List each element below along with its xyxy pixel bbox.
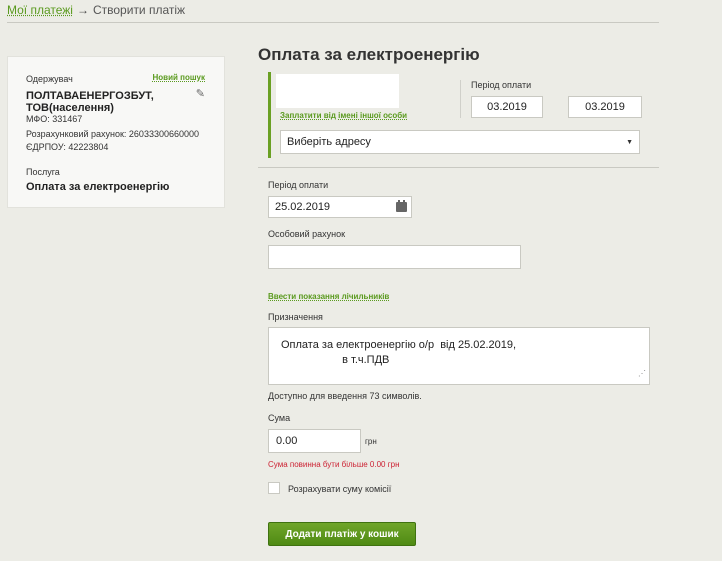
add-to-cart-button[interactable]: Додати платіж у кошик <box>268 522 416 546</box>
address-select[interactable]: Виберіть адресу ▼ <box>280 130 640 154</box>
currency-label: грн <box>365 437 377 446</box>
edit-pencil-icon[interactable]: ✎ <box>196 87 205 100</box>
section-accent-bar <box>268 72 271 158</box>
breadcrumb-my-payments-link[interactable]: Мої платежі <box>7 3 73 17</box>
dropdown-caret-icon: ▼ <box>626 138 633 146</box>
page-title: Оплата за електроенергію <box>258 45 480 64</box>
purpose-text: Оплата за електроенергію о/р від 25.02.2… <box>281 339 517 366</box>
calendar-icon[interactable] <box>396 200 407 212</box>
recipient-account: Розрахунковий рахунок: 26033300660000 <box>26 129 199 139</box>
date-value: 25.02.2019 <box>275 201 331 213</box>
period-label: Період оплати <box>268 180 329 190</box>
commission-checkbox-label[interactable]: Розрахувати суму комісії <box>288 484 391 494</box>
vertical-divider <box>460 80 461 118</box>
sum-error-message: Сума повинна бути більше 0.00 грн <box>268 460 400 469</box>
period-from-input[interactable]: 03.2019 <box>471 96 543 118</box>
date-input[interactable]: 25.02.2019 <box>268 196 412 218</box>
recipient-label: Одержувач <box>26 74 73 84</box>
purpose-label: Призначення <box>268 312 323 322</box>
pay-other-person-link[interactable]: Заплатити від імені іншої особи <box>280 111 407 120</box>
recipient-company: ПОЛТАВАЕНЕРГОЗБУТ, ТОВ(населення) <box>26 90 154 114</box>
resize-grip-icon[interactable]: ⋰ <box>638 366 646 381</box>
recipient-edrpou: ЄДРПОУ: 42223804 <box>26 142 109 152</box>
sum-label: Сума <box>268 413 291 423</box>
divider <box>7 22 659 23</box>
sum-input[interactable]: 0.00 <box>268 429 361 453</box>
new-search-link[interactable]: Новий пошук <box>153 73 205 82</box>
recipient-card: Одержувач Новий пошук ✎ ПОЛТАВАЕНЕРГОЗБУ… <box>7 56 225 208</box>
service-label: Послуга <box>26 167 60 177</box>
divider <box>258 167 659 168</box>
commission-checkbox[interactable] <box>268 482 280 494</box>
period-range-label: Період оплати <box>471 80 532 90</box>
enter-meters-link[interactable]: Ввести показання лічильників <box>268 292 389 301</box>
address-select-value: Виберіть адресу <box>287 136 371 148</box>
payer-name-box <box>276 74 399 108</box>
service-name: Оплата за електроенергію <box>26 181 170 193</box>
period-to-input[interactable]: 03.2019 <box>568 96 642 118</box>
account-input[interactable] <box>268 245 521 269</box>
breadcrumb-current: Створити платіж <box>92 3 186 17</box>
breadcrumb-arrow: → <box>76 3 89 17</box>
account-label: Особовий рахунок <box>268 229 346 239</box>
recipient-mfo: МФО: 331467 <box>26 114 83 124</box>
breadcrumb: Мої платежі → Створити платіж <box>7 3 185 17</box>
purpose-textarea[interactable]: Оплата за електроенергію о/р від 25.02.2… <box>268 327 650 385</box>
available-chars-hint: Доступно для введення 73 символів. <box>268 391 422 401</box>
